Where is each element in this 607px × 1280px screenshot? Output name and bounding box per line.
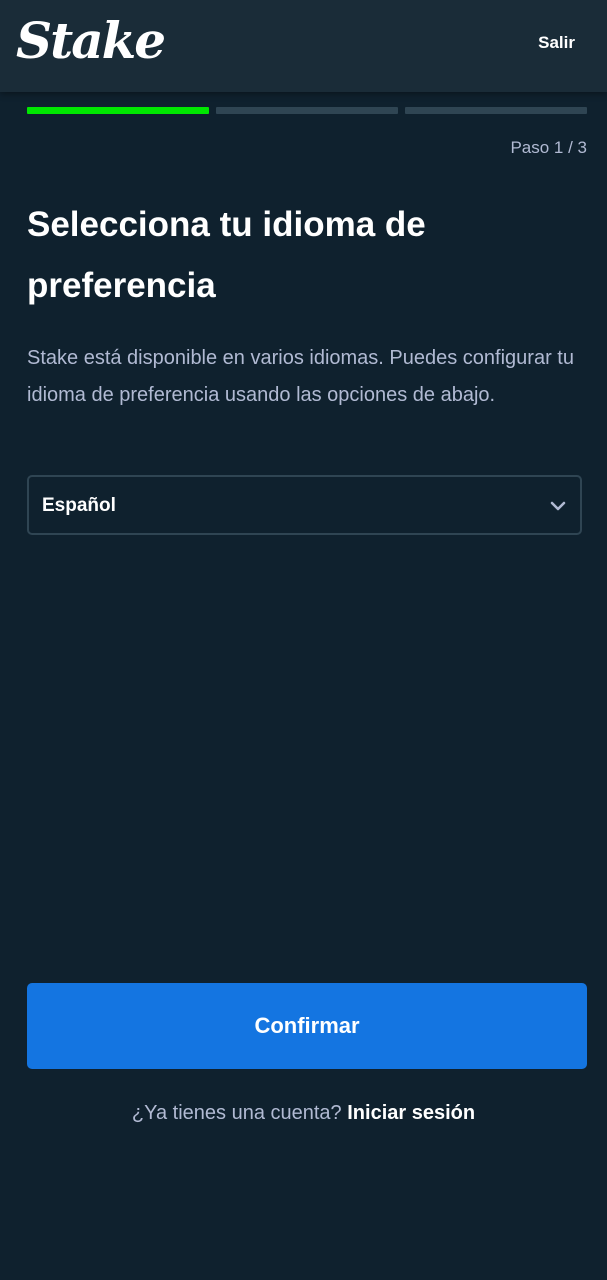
language-select[interactable]: Español [27, 475, 582, 535]
login-prompt-row: ¿Ya tienes una cuenta? Iniciar sesión [0, 1102, 607, 1125]
top-header: Stake Salir [0, 0, 607, 92]
step-progress-bar [27, 107, 587, 114]
progress-segment-2 [216, 107, 398, 114]
page-title: Selecciona tu idioma de preferencia [27, 205, 426, 305]
progress-segment-3 [405, 107, 587, 114]
account-prompt: ¿Ya tienes una cuenta? [131, 1102, 342, 1124]
confirm-button[interactable]: Confirmar [27, 983, 587, 1069]
chevron-down-icon [550, 501, 566, 511]
step-indicator: Paso 1 / 3 [510, 138, 587, 157]
exit-button[interactable]: Salir [538, 33, 575, 53]
stake-logo[interactable]: Stake [16, 6, 166, 76]
page-description: Stake está disponible en varios idiomas.… [27, 347, 574, 406]
login-link[interactable]: Iniciar sesión [347, 1102, 475, 1124]
selected-language: Español [42, 495, 116, 516]
progress-segment-1 [27, 107, 209, 114]
